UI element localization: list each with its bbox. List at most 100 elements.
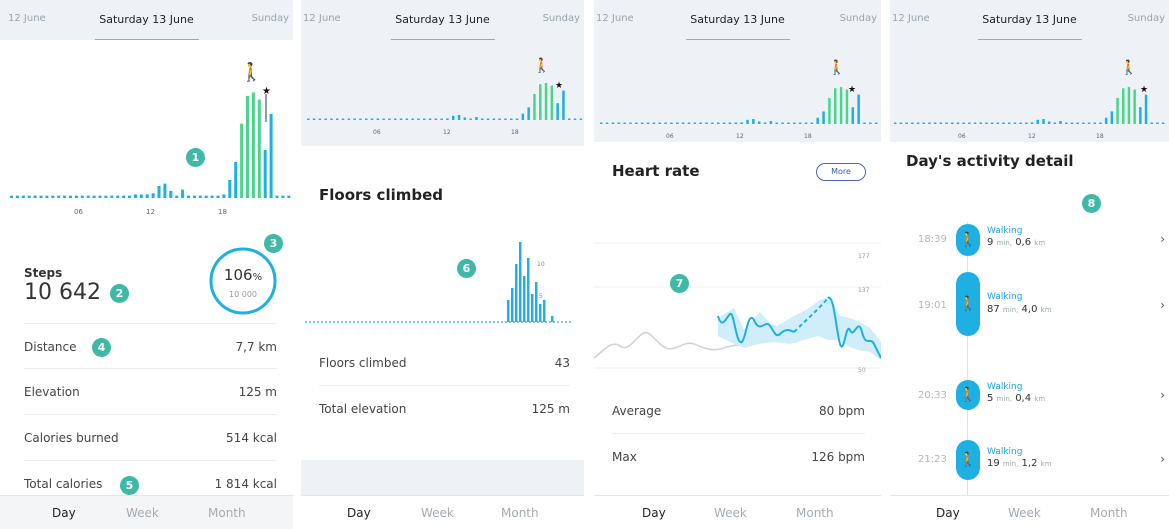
- walking-icon: 🚶: [956, 224, 980, 256]
- metric-value: 125 m: [238, 385, 277, 399]
- period-tabs: Day Week Month: [890, 495, 1169, 529]
- hour-tick: 18: [1096, 133, 1104, 140]
- steps-bar: [1104, 117, 1108, 124]
- axis-tick: 177: [858, 253, 870, 260]
- floors-chart[interactable]: 10 5: [301, 0, 584, 340]
- steps-bar: [1070, 122, 1074, 124]
- steps-bar: [1110, 111, 1114, 124]
- metric-label: Floors climbed: [319, 356, 407, 370]
- steps-bar: [1116, 97, 1119, 124]
- steps-bar: [939, 122, 943, 124]
- heart-rate-chart[interactable]: 177 137 50: [594, 0, 881, 400]
- steps-bar: [1087, 122, 1091, 124]
- steps-bar: [1065, 122, 1068, 124]
- axis-tick: 5: [539, 293, 543, 300]
- metric-value: 43: [554, 356, 570, 370]
- period-tabs: Day Week Month: [301, 495, 584, 529]
- duration-value: 19: [987, 458, 1000, 469]
- steps-bar: [1019, 122, 1022, 124]
- tab-day[interactable]: Day: [936, 506, 960, 520]
- tab-month[interactable]: Month: [501, 506, 539, 520]
- steps-panel: 12 June Saturday 13 June Sunday 🚶 ★ 06 1…: [0, 0, 293, 529]
- steps-bar: [911, 122, 914, 124]
- steps-bar: [1122, 88, 1125, 124]
- tab-week[interactable]: Week: [714, 506, 747, 520]
- metric-value: 125 m: [531, 402, 570, 416]
- steps-bar: [996, 122, 1000, 124]
- steps-bar: [968, 122, 971, 124]
- steps-bar: [1047, 121, 1051, 124]
- annotation-badge: 8: [1082, 194, 1101, 213]
- star-icon: ★: [1140, 85, 1148, 95]
- duration-unit: min,: [996, 395, 1012, 403]
- steps-bar: [1036, 119, 1039, 124]
- steps-bar: [985, 122, 988, 124]
- hour-tick: 12: [1028, 133, 1036, 140]
- distance-value: 1,2: [1021, 458, 1038, 469]
- steps-chart[interactable]: 🚶 ★ 06 12 18: [890, 0, 1169, 150]
- walking-icon: 🚶: [956, 272, 980, 336]
- axis-tick: 137: [858, 287, 870, 294]
- steps-bar: [1156, 122, 1159, 124]
- duration-unit: min,: [1002, 460, 1019, 468]
- activity-name: Walking: [987, 292, 1023, 302]
- steps-bar: [1133, 89, 1136, 124]
- annotation-badge: 6: [457, 259, 476, 278]
- floors-panel: 12 June Saturday 13 June Sunday 🚶 ★ 06 1…: [301, 0, 584, 529]
- tab-month[interactable]: Month: [208, 506, 246, 520]
- tab-month[interactable]: Month: [796, 506, 834, 520]
- activity-item[interactable]: 20:33 🚶 Walking 5 min, 0,4 km ›: [890, 378, 1169, 418]
- steps-bar: [1139, 107, 1142, 124]
- steps-bar: [933, 122, 937, 124]
- duration-value: 5: [987, 393, 994, 404]
- steps-bar: [1042, 118, 1045, 124]
- steps-bar: [956, 122, 960, 124]
- metric-row-calories: Calories burned 514 kcal: [24, 415, 277, 461]
- tab-day[interactable]: Day: [642, 506, 666, 520]
- chevron-right-icon: ›: [1160, 232, 1165, 246]
- tab-week[interactable]: Week: [1008, 506, 1041, 520]
- annotation-badge: 4: [92, 338, 111, 357]
- section-title: Day's activity detail: [906, 152, 1074, 170]
- activity-time: 20:33: [918, 390, 947, 401]
- steps-bar: [905, 122, 908, 124]
- annotation-badge: 3: [264, 234, 283, 253]
- activity-detail-panel: 12 June Saturday 13 June Sunday 🚶 ★ 06 1…: [890, 0, 1169, 529]
- metric-label: Calories burned: [24, 431, 119, 445]
- activity-time: 21:23: [918, 454, 947, 465]
- activity-name: Walking: [987, 382, 1023, 392]
- metric-row-floors: Floors climbed 43: [319, 340, 570, 386]
- steps-bar: [1030, 122, 1034, 124]
- distance-value: 0,4: [1015, 393, 1032, 404]
- tab-week[interactable]: Week: [421, 506, 454, 520]
- steps-bar: [1025, 122, 1028, 124]
- steps-bar: [1093, 122, 1096, 124]
- steps-bar: [1059, 121, 1062, 124]
- duration-unit: min,: [1002, 306, 1019, 314]
- activity-detail: 19 min, 1,2 km: [987, 458, 1052, 469]
- activity-detail: 87 min, 4,0 km: [987, 304, 1052, 315]
- steps-bar: [894, 122, 897, 124]
- walking-icon: 🚶: [956, 380, 980, 410]
- period-tabs: Day Week Month: [0, 495, 293, 529]
- duration-unit: min,: [996, 239, 1012, 247]
- distance-unit: km: [1034, 395, 1046, 403]
- tab-day[interactable]: Day: [52, 506, 76, 520]
- metric-label: Elevation: [24, 385, 80, 399]
- activity-item[interactable]: 18:39 🚶 Walking 9 min, 0,6 km ›: [890, 222, 1169, 262]
- tab-month[interactable]: Month: [1090, 506, 1128, 520]
- distance-unit: km: [1040, 306, 1052, 314]
- activity-item[interactable]: 19:01 🚶 Walking 87 min, 4,0 km ›: [890, 270, 1169, 336]
- tab-week[interactable]: Week: [126, 506, 159, 520]
- steps-bar: [1053, 122, 1057, 124]
- activity-item[interactable]: 21:23 🚶 Walking 19 min, 1,2 km ›: [890, 438, 1169, 480]
- steps-bar: [1008, 122, 1011, 124]
- metric-label: Average: [612, 404, 662, 418]
- metric-value: 514 kcal: [226, 431, 277, 445]
- activity-time: 19:01: [918, 300, 947, 311]
- steps-bar: [962, 122, 965, 124]
- chevron-right-icon: ›: [1160, 388, 1165, 402]
- tab-day[interactable]: Day: [347, 506, 371, 520]
- period-tabs: Day Week Month: [594, 495, 881, 529]
- steps-bar: [916, 122, 920, 124]
